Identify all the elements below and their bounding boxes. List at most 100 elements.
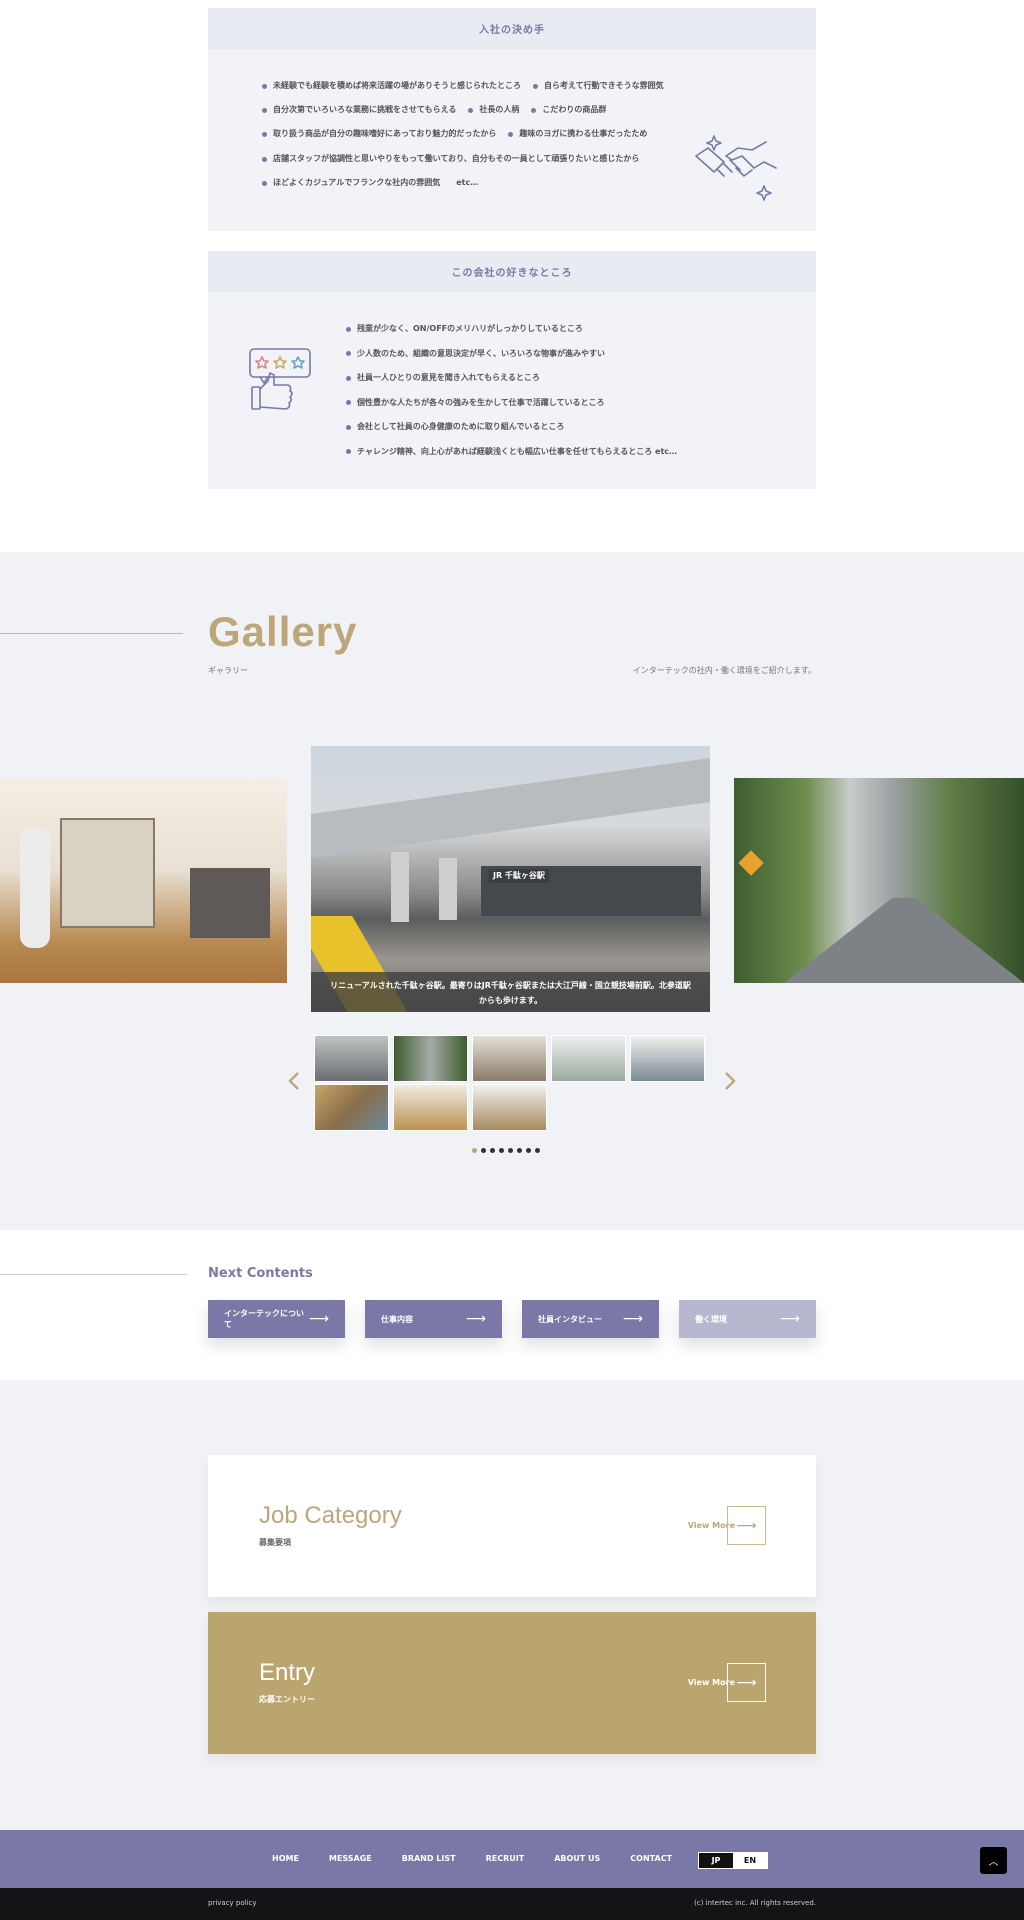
reasons-row: ほどよくカジュアルでフランクな社内の雰囲気 etc… (262, 179, 490, 187)
gallery-title: Gallery (208, 608, 358, 655)
like-item: 残業が少なく、ON/OFFのメリハリがしっかりしているところ (346, 325, 677, 333)
gallery-section: Gallery ギャラリー インターテックの社内・働く環境をご紹介します。 JR… (0, 552, 1024, 1230)
next-environment-label: 働く環境 (695, 1314, 727, 1324)
reasons-row: 自分次第でいろいろな業務に挑戦をさせてもらえる 社長の人柄 こだわりの商品群 (262, 106, 618, 114)
gallery-slide-avenue[interactable] (734, 778, 1024, 983)
likes-list: 残業が少なく、ON/OFFのメリハリがしっかりしているところ 少人数のため、組織… (346, 325, 677, 472)
copyright: (c) intertec inc. All rights reserved. (694, 1899, 816, 1907)
chevron-up-icon: ︿ (988, 1857, 999, 1868)
job-category-title: Job Category (259, 1502, 402, 1529)
next-contents-divider (0, 1274, 187, 1275)
gallery-thumbnail[interactable] (393, 1084, 468, 1131)
lang-jp[interactable]: JP (699, 1853, 733, 1868)
nav-home[interactable]: HOME (272, 1854, 299, 1863)
reasons-title: 入社の決め手 (208, 8, 816, 49)
reason-item: ほどよくカジュアルでフランクな社内の雰囲気 etc… (262, 179, 478, 187)
nav-about-us[interactable]: ABOUT US (554, 1854, 600, 1863)
gallery-thumbnail[interactable] (630, 1035, 705, 1082)
gallery-divider (0, 633, 183, 634)
job-view-more[interactable]: View More ⟶ (688, 1506, 766, 1545)
thumbs-up-stars-icon (249, 348, 311, 410)
gallery-thumbnail[interactable] (472, 1035, 547, 1082)
pagination-dot[interactable] (508, 1148, 513, 1153)
back-to-top-button[interactable]: ︿ (980, 1847, 1007, 1874)
like-item: 個性豊かな人たちが各々の強みを生かして仕事で活躍しているところ (346, 398, 677, 407)
gallery-description: インターテックの社内・働く環境をご紹介します。 (632, 666, 816, 675)
reason-item: 社長の人柄 (468, 106, 519, 114)
like-item: 社員一人ひとりの意見を聞き入れてもらえるところ (346, 374, 677, 382)
gallery-thumbnail[interactable] (314, 1035, 389, 1082)
nav-brand-list[interactable]: BRAND LIST (402, 1854, 456, 1863)
pagination-dot[interactable] (490, 1148, 495, 1153)
reason-item: 自分次第でいろいろな業務に挑戦をさせてもらえる (262, 106, 456, 114)
lang-en[interactable]: EN (733, 1853, 767, 1868)
arrow-right-icon: ⟶ (465, 1311, 486, 1327)
pagination-dot[interactable] (526, 1148, 531, 1153)
entry-title: Entry (259, 1659, 316, 1686)
reasons-card: 入社の決め手 未経験でも経験を積めば将来活躍の場がありそうと感じられたところ 自… (208, 8, 816, 231)
nav-message[interactable]: MESSAGE (329, 1854, 372, 1863)
footer-nav: HOME MESSAGE BRAND LIST RECRUIT ABOUT US… (272, 1854, 702, 1863)
next-environment-button[interactable]: 働く環境 ⟶ (679, 1300, 816, 1338)
pagination-dot[interactable] (481, 1148, 486, 1153)
job-category-card[interactable]: Job Category 募集要項 View More ⟶ (208, 1455, 816, 1597)
arrow-right-icon: ⟶ (727, 1506, 766, 1545)
privacy-policy-link[interactable]: privacy policy (208, 1899, 257, 1907)
job-category-subtitle: 募集要項 (259, 1538, 291, 1547)
reason-item: 自ら考えて行動できそうな雰囲気 (533, 82, 664, 90)
gallery-slide-station[interactable]: JR 千駄ヶ谷駅 リニューアルされた千駄ヶ谷駅。最寄りはJR千駄ヶ谷駅または大江… (311, 746, 710, 1012)
reasons-row: 未経験でも経験を積めば将来活躍の場がありそうと感じられたところ 自ら考えて行動で… (262, 82, 676, 90)
gallery-slide-shop[interactable] (0, 778, 287, 983)
chevron-right-icon (725, 1072, 736, 1090)
language-switch: JP EN (698, 1852, 768, 1869)
footer-nav-bar: HOME MESSAGE BRAND LIST RECRUIT ABOUT US… (0, 1830, 1024, 1888)
nav-recruit[interactable]: RECRUIT (486, 1854, 525, 1863)
next-about-button[interactable]: インターテックについて ⟶ (208, 1300, 345, 1338)
pagination-dot[interactable] (499, 1148, 504, 1153)
gallery-pagination (472, 1148, 544, 1153)
next-work-label: 仕事内容 (381, 1314, 413, 1324)
reasons-row: 取り扱う商品が自分の趣味嗜好にあっており魅力的だったから 趣味のヨガに携わる仕事… (262, 130, 659, 138)
gallery-thumbnail[interactable] (472, 1084, 547, 1131)
next-contents-title: Next Contents (208, 1266, 313, 1281)
reason-item: 未経験でも経験を積めば将来活躍の場がありそうと感じられたところ (262, 82, 521, 90)
gallery-caption: リニューアルされた千駄ヶ谷駅。最寄りはJR千駄ヶ谷駅または大江戸線・国立競技場前… (311, 972, 710, 1012)
likes-card: この会社の好きなところ 残業が少なく、ON/OFFのメリハリがしっかりしていると… (208, 251, 816, 489)
entry-subtitle: 応募エントリー (259, 1695, 315, 1704)
next-interview-button[interactable]: 社員インタビュー ⟶ (522, 1300, 659, 1338)
reason-item: 趣味のヨガに携わる仕事だったため (508, 130, 647, 138)
reason-item: 店舗スタッフが協調性と思いやりをもって働いており、自分もその一員として頑張りたい… (262, 155, 639, 163)
handshake-icon (695, 135, 777, 201)
arrow-right-icon: ⟶ (622, 1311, 643, 1327)
reason-item: こだわりの商品群 (531, 106, 606, 114)
entry-card[interactable]: Entry 応募エントリー View More ⟶ (208, 1612, 816, 1754)
next-contents-section: Next Contents インターテックについて ⟶ 仕事内容 ⟶ 社員インタビュ… (0, 1230, 1024, 1380)
arrow-right-icon: ⟶ (727, 1663, 766, 1702)
pagination-dot[interactable] (517, 1148, 522, 1153)
reasons-row: 店舗スタッフが協調性と思いやりをもって働いており、自分もその一員として頑張りたい… (262, 155, 651, 163)
station-sign: JR 千駄ヶ谷駅 (489, 869, 549, 883)
gallery-thumbnail[interactable] (551, 1035, 626, 1082)
gallery-thumbnail[interactable] (393, 1035, 468, 1082)
pagination-dot[interactable] (535, 1148, 540, 1153)
arrow-right-icon: ⟶ (308, 1311, 329, 1327)
next-interview-label: 社員インタビュー (538, 1314, 602, 1324)
gallery-thumbnails (314, 1035, 708, 1133)
gallery-subtitle: ギャラリー (208, 666, 248, 675)
likes-title: この会社の好きなところ (208, 251, 816, 292)
arrow-right-icon: ⟶ (779, 1311, 800, 1327)
like-item: 会社として社員の心身健康のために取り組んでいるところ (346, 423, 677, 431)
nav-contact[interactable]: CONTACT (630, 1854, 672, 1863)
reason-item: 取り扱う商品が自分の趣味嗜好にあっており魅力的だったから (262, 130, 496, 138)
gallery-thumbnail[interactable] (314, 1084, 389, 1131)
next-about-label: インターテックについて (224, 1309, 304, 1329)
footer-bottom: privacy policy (c) intertec inc. All rig… (0, 1888, 1024, 1920)
gallery-next-button[interactable] (723, 1070, 737, 1096)
next-work-button[interactable]: 仕事内容 ⟶ (365, 1300, 502, 1338)
entry-view-more[interactable]: View More ⟶ (688, 1663, 766, 1702)
chevron-left-icon (288, 1072, 299, 1090)
like-item: チャレンジ精神、向上心があれば経験浅くとも幅広い仕事を任せてもらえるところ et… (346, 447, 677, 456)
cta-section: Job Category 募集要項 View More ⟶ Entry 応募エン… (0, 1380, 1024, 1830)
gallery-prev-button[interactable] (287, 1070, 301, 1096)
pagination-dot[interactable] (472, 1148, 477, 1153)
